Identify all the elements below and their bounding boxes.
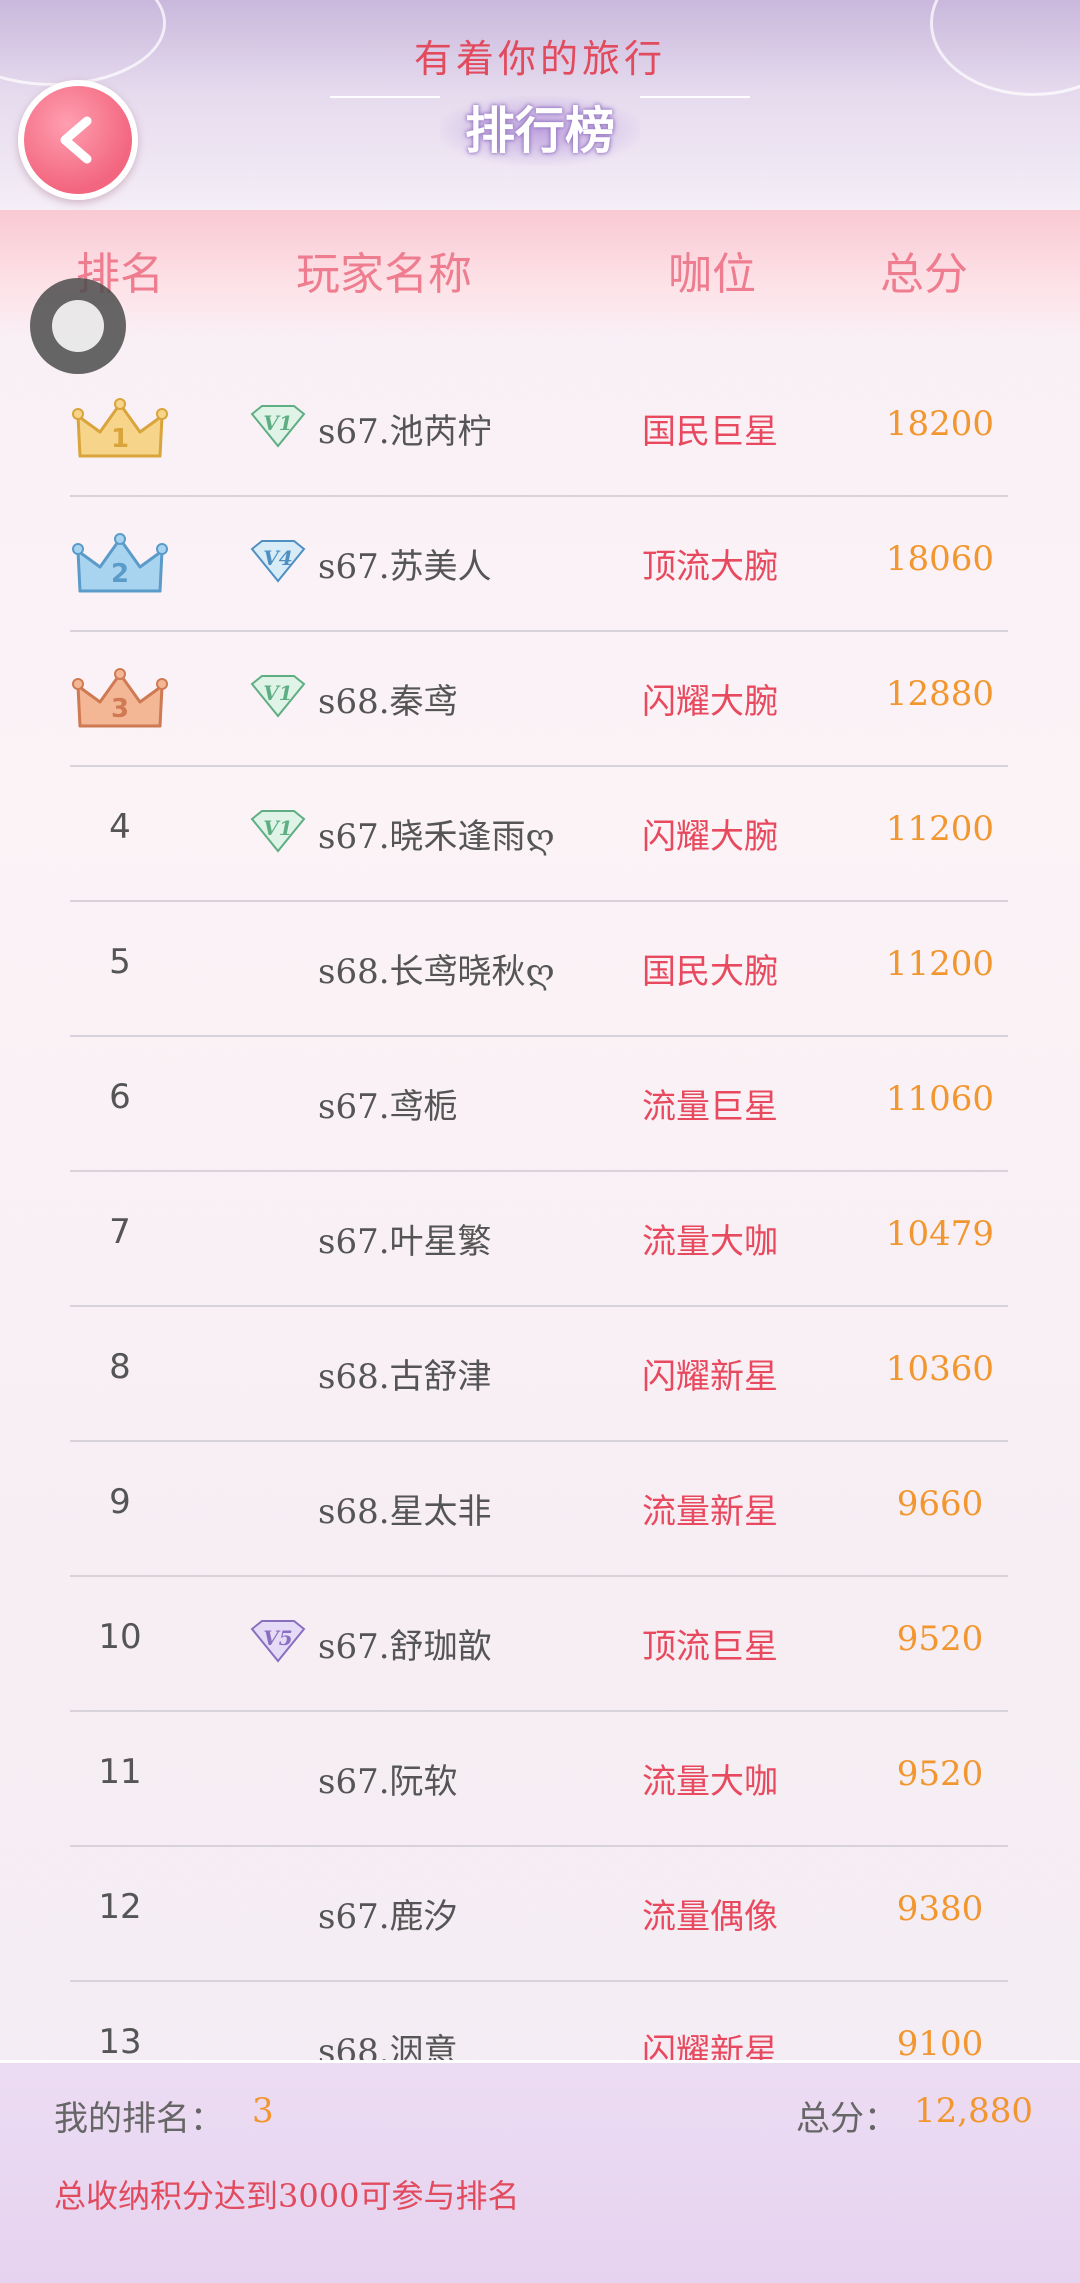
svg-text:V1: V1 bbox=[263, 681, 292, 705]
ranking-hint: 总收纳积分达到3000可参与排名 bbox=[54, 2177, 520, 2215]
player-score: 9660 bbox=[896, 1484, 984, 1524]
header-subtitle: 有着你的旅行 bbox=[413, 37, 666, 81]
diamond-vip-icon: V1 bbox=[248, 404, 308, 448]
player-name: s68.星太非 bbox=[318, 1492, 492, 1532]
player-score: 10360 bbox=[885, 1349, 995, 1389]
player-name: s67.鸢栀 bbox=[318, 1087, 458, 1127]
header: 有着你的旅行 排行榜 bbox=[0, 0, 1080, 210]
player-level: 流量大咖 bbox=[642, 1762, 778, 1802]
table-row[interactable]: 7 s67.叶星繁 流量大咖 10479 bbox=[0, 1172, 1080, 1307]
page-title: 排行榜 bbox=[440, 96, 640, 166]
player-level: 流量巨星 bbox=[642, 1087, 778, 1127]
player-name: s67.舒珈歆 bbox=[318, 1627, 492, 1667]
rank-number: 3 bbox=[110, 694, 130, 724]
player-level: 闪耀新星 bbox=[642, 2032, 778, 2062]
diamond-vip-icon: V5 bbox=[248, 1619, 308, 1663]
player-score: 9520 bbox=[896, 1754, 984, 1794]
svg-text:V5: V5 bbox=[263, 1626, 292, 1650]
rank-number: 8 bbox=[109, 1347, 131, 1387]
floating-toggle-button[interactable] bbox=[30, 278, 126, 374]
floating-toggle-icon bbox=[52, 300, 104, 352]
back-button[interactable] bbox=[18, 80, 138, 200]
svg-text:V1: V1 bbox=[263, 411, 292, 435]
column-header-player: 玩家名称 bbox=[296, 249, 472, 300]
player-level: 流量偶像 bbox=[642, 1897, 778, 1937]
my-rank-value: 3 bbox=[252, 2091, 274, 2131]
my-rank-panel: 我的排名： 3 总分： 12,880 总收纳积分达到3000可参与排名 bbox=[0, 2060, 1080, 2283]
player-score: 18060 bbox=[885, 539, 995, 579]
player-score: 11200 bbox=[885, 944, 995, 984]
player-score: 12880 bbox=[885, 674, 995, 714]
player-score: 18200 bbox=[885, 404, 995, 444]
player-name: s68.长鸢晓秋ღ bbox=[318, 952, 555, 992]
player-score: 9520 bbox=[896, 1619, 984, 1659]
player-level: 顶流巨星 bbox=[642, 1627, 778, 1667]
ranking-table: 1 V1 s67.池芮柠 国民巨星 18200 2 V4 s67.苏美人 顶流大腕 18060 3 V… bbox=[0, 362, 1080, 2062]
rank-number: 11 bbox=[98, 1752, 142, 1792]
table-row[interactable]: 4 V1 s67.晓禾逢雨ღ 闪耀大腕 11200 bbox=[0, 767, 1080, 902]
svg-text:V1: V1 bbox=[263, 816, 292, 840]
rank-number: 6 bbox=[109, 1077, 131, 1117]
player-level: 国民巨星 bbox=[642, 412, 778, 452]
player-level: 闪耀大腕 bbox=[642, 817, 778, 857]
player-score: 9100 bbox=[896, 2024, 984, 2062]
player-score: 11200 bbox=[885, 809, 995, 849]
rank-number: 4 bbox=[109, 807, 131, 847]
column-header-score: 总分 bbox=[880, 249, 968, 300]
player-name: s67.阮软 bbox=[318, 1762, 458, 1802]
player-level: 闪耀新星 bbox=[642, 1357, 778, 1397]
rank-number: 7 bbox=[109, 1212, 131, 1252]
player-name: s68.古舒津 bbox=[318, 1357, 492, 1397]
player-name: s67.苏美人 bbox=[318, 547, 492, 587]
rank-number: 9 bbox=[109, 1482, 131, 1522]
player-level: 闪耀大腕 bbox=[642, 682, 778, 722]
rank-number: 2 bbox=[110, 559, 130, 589]
my-rank-label: 我的排名： bbox=[54, 2099, 224, 2139]
ornament-line bbox=[330, 96, 440, 98]
player-name: s67.池芮柠 bbox=[318, 412, 492, 452]
table-row[interactable]: 3 V1 s68.秦鸢 闪耀大腕 12880 bbox=[0, 632, 1080, 767]
column-header-level: 咖位 bbox=[668, 249, 756, 300]
table-row[interactable]: 6 s67.鸢栀 流量巨星 11060 bbox=[0, 1037, 1080, 1172]
player-score: 11060 bbox=[885, 1079, 995, 1119]
svg-text:V4: V4 bbox=[263, 546, 292, 570]
ornament-line bbox=[640, 96, 750, 98]
table-row[interactable]: 9 s68.星太非 流量新星 9660 bbox=[0, 1442, 1080, 1577]
rank-number: 13 bbox=[98, 2022, 142, 2062]
table-row[interactable]: 8 s68.古舒津 闪耀新星 10360 bbox=[0, 1307, 1080, 1442]
table-row[interactable]: 12 s67.鹿汐 流量偶像 9380 bbox=[0, 1847, 1080, 1982]
diamond-vip-icon: V1 bbox=[248, 674, 308, 718]
player-name: s68.秦鸢 bbox=[318, 682, 458, 722]
rank-number: 1 bbox=[110, 424, 130, 454]
player-level: 顶流大腕 bbox=[642, 547, 778, 587]
player-level: 流量大咖 bbox=[642, 1222, 778, 1262]
player-level: 流量新星 bbox=[642, 1492, 778, 1532]
table-row[interactable]: 2 V4 s67.苏美人 顶流大腕 18060 bbox=[0, 497, 1080, 632]
my-total-value: 12,880 bbox=[914, 2091, 1033, 2131]
diamond-vip-icon: V1 bbox=[248, 809, 308, 853]
rank-number: 5 bbox=[109, 942, 131, 982]
player-level: 国民大腕 bbox=[642, 952, 778, 992]
table-row[interactable]: 13 s68.洇意 闪耀新星 9100 bbox=[0, 1982, 1080, 2062]
player-score: 10479 bbox=[885, 1214, 995, 1254]
rank-number: 12 bbox=[98, 1887, 142, 1927]
table-row[interactable]: 1 V1 s67.池芮柠 国民巨星 18200 bbox=[0, 362, 1080, 497]
table-row[interactable]: 5 s68.长鸢晓秋ღ 国民大腕 11200 bbox=[0, 902, 1080, 1037]
player-score: 9380 bbox=[896, 1889, 984, 1929]
diamond-vip-icon: V4 bbox=[248, 539, 308, 583]
my-total-label: 总分： bbox=[796, 2099, 898, 2139]
player-name: s67.叶星繁 bbox=[318, 1222, 492, 1262]
back-arrow-icon bbox=[60, 116, 92, 164]
player-name: s67.晓禾逢雨ღ bbox=[318, 817, 555, 857]
table-row[interactable]: 10 V5 s67.舒珈歆 顶流巨星 9520 bbox=[0, 1577, 1080, 1712]
table-row[interactable]: 11 s67.阮软 流量大咖 9520 bbox=[0, 1712, 1080, 1847]
table-header: 排名 玩家名称 咖位 总分 bbox=[0, 210, 1080, 340]
player-name: s68.洇意 bbox=[318, 2032, 458, 2062]
player-name: s67.鹿汐 bbox=[318, 1897, 458, 1937]
rank-number: 10 bbox=[98, 1617, 142, 1657]
